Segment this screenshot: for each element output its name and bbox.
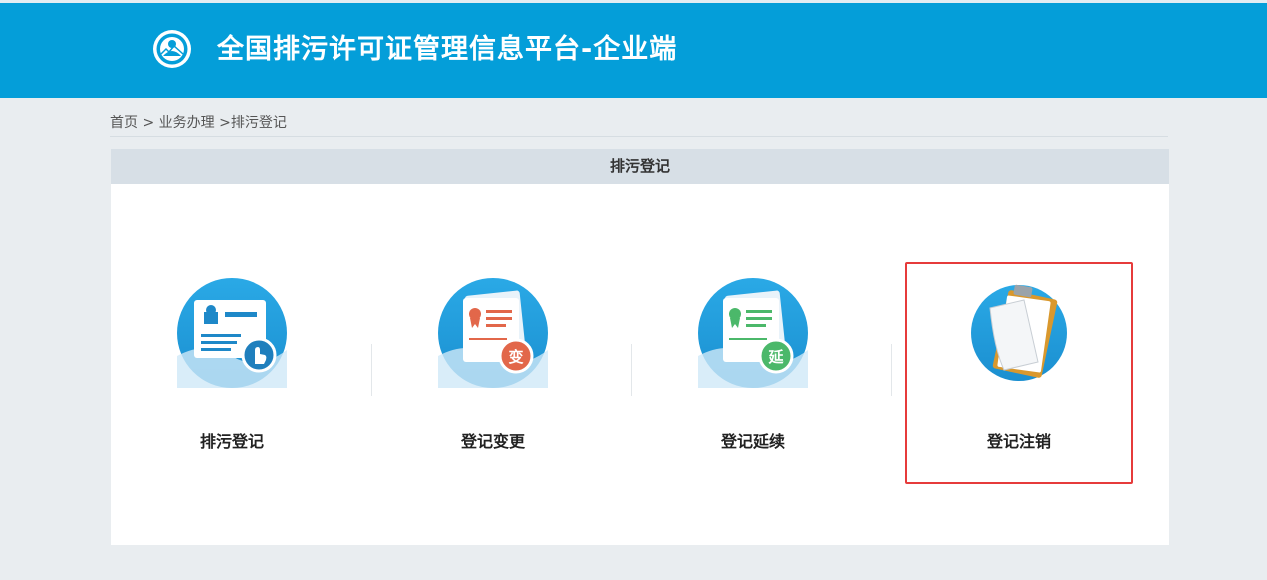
card-divider <box>371 344 372 396</box>
card-registration-change[interactable]: 变 登记变更 <box>379 262 607 484</box>
app-header: 全国排污许可证管理信息平台-企业端 <box>0 0 1267 98</box>
card-pollution-registration[interactable]: 排污登记 <box>118 262 346 484</box>
app-title: 全国排污许可证管理信息平台-企业端 <box>217 34 678 65</box>
breadcrumb-separator: > <box>214 115 231 131</box>
breadcrumb-current: 排污登记 <box>230 115 287 131</box>
ministry-emblem-icon <box>153 30 191 68</box>
registration-change-icon: 变 <box>438 278 548 388</box>
card-registration-renewal[interactable]: 延 登记延续 <box>639 262 867 484</box>
breadcrumb-divider <box>110 136 1168 137</box>
card-label: 登记注销 <box>986 432 1051 451</box>
registration-renewal-icon: 延 <box>698 278 808 388</box>
panel-title: 排污登记 <box>111 149 1169 184</box>
clipboard-cancel-icon <box>971 284 1067 381</box>
breadcrumb-home[interactable]: 首页 <box>110 115 138 131</box>
breadcrumb-separator: > <box>138 115 159 131</box>
card-label: 登记变更 <box>460 432 525 451</box>
card-registration-cancel[interactable]: 登记注销 <box>905 262 1133 484</box>
header-top-line <box>0 0 1267 3</box>
card-label: 排污登记 <box>199 432 264 451</box>
breadcrumb-business[interactable]: 业务办理 <box>159 115 215 131</box>
breadcrumb: 首页 > 业务办理 >排污登记 <box>110 112 287 134</box>
registration-panel: 排污登记 排污登记 变 登记变更 延 登记延续 登记注销 <box>111 149 1169 545</box>
change-badge: 变 <box>508 348 523 366</box>
renewal-badge: 延 <box>767 348 784 366</box>
card-divider <box>631 344 632 396</box>
card-label: 登记延续 <box>720 432 785 451</box>
card-divider <box>891 344 892 396</box>
registration-card-icon <box>177 278 287 388</box>
